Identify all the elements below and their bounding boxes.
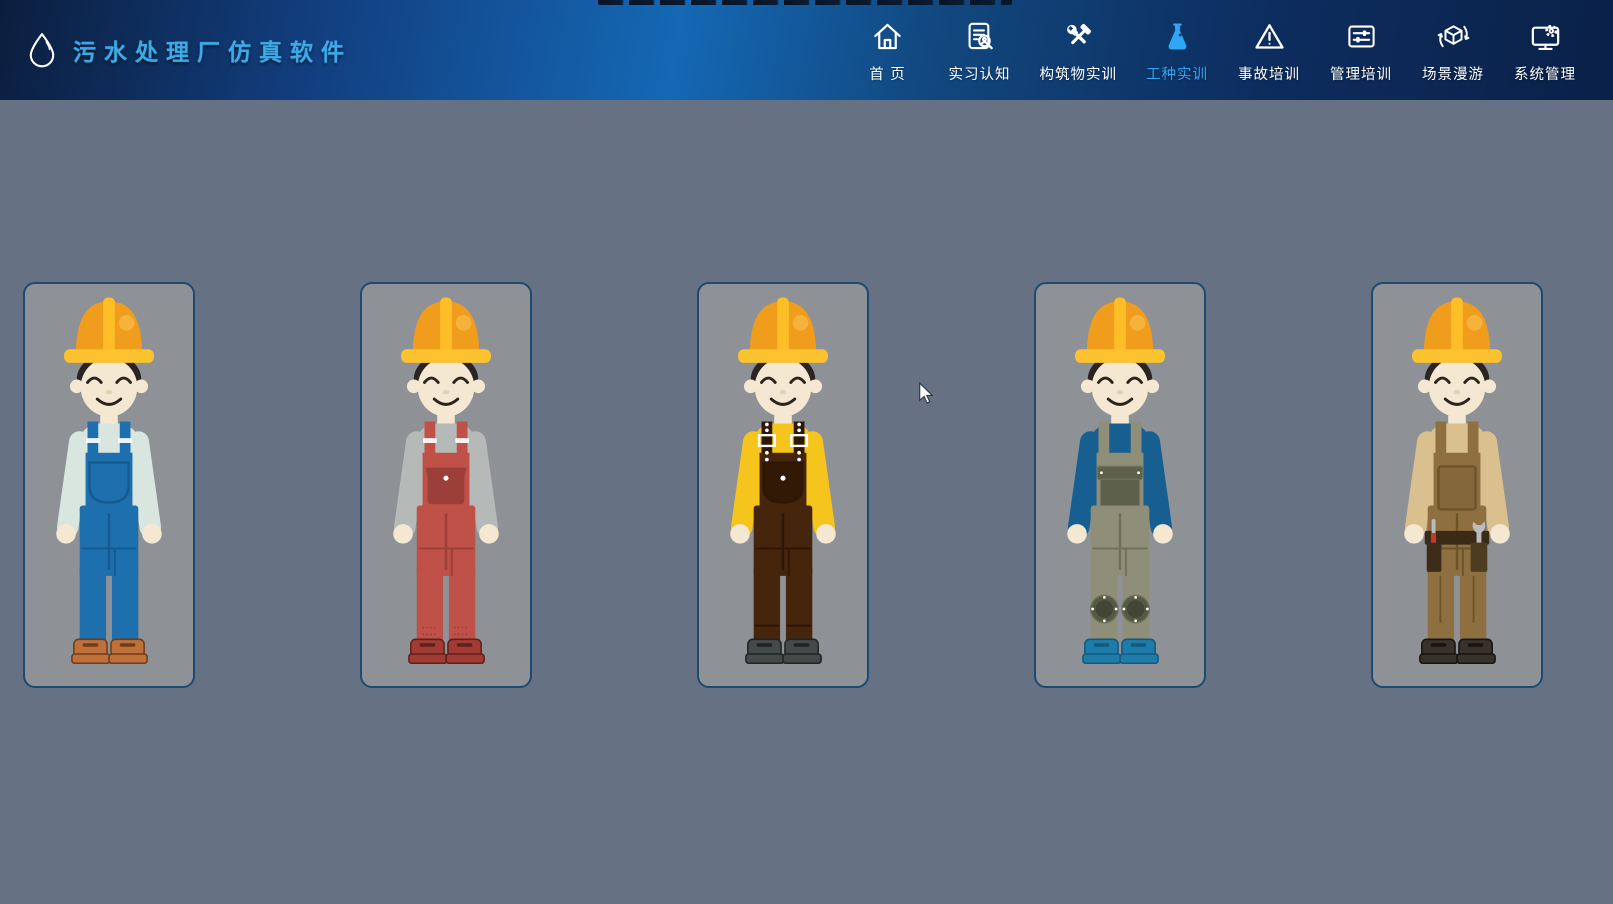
nav-item-label: 首 页 (869, 63, 906, 84)
worker-card-brown-overalls-yellow-shirt-worker[interactable] (697, 282, 869, 688)
main-nav: 首 页 实习认知 构筑物实训 工种实训 事故培训 管理培训 场景漫游 系统管理 (856, 0, 1578, 100)
brown-overalls-yellow-shirt-worker-figure (699, 284, 867, 686)
nav-item-label: 系统管理 (1514, 63, 1576, 84)
brand: 污水处理厂仿真软件 (28, 31, 352, 68)
nav-item-5[interactable]: 事故培训 (1237, 16, 1301, 84)
nav-item-6[interactable]: 管理培训 (1329, 16, 1393, 84)
nav-item-8[interactable]: 系统管理 (1513, 16, 1577, 84)
khaki-toolbelt-worker-figure (1373, 284, 1541, 686)
olive-overalls-blue-shirt-worker-figure (1036, 284, 1204, 686)
home-icon (871, 20, 904, 53)
nav-item-7[interactable]: 场景漫游 (1421, 16, 1485, 84)
nav-item-label: 工种实训 (1146, 63, 1208, 84)
nav-item-label: 场景漫游 (1422, 63, 1484, 84)
nav-item-2[interactable]: 实习认知 (948, 16, 1012, 84)
top-navigation-bar: 污水处理厂仿真软件 首 页 实习认知 构筑物实训 工种实训 事故培训 管理培训 场景漫游 系统… (0, 0, 1613, 100)
worker-card-olive-overalls-blue-shirt-worker[interactable] (1034, 282, 1206, 688)
worker-card-blue-overalls-worker[interactable] (23, 282, 195, 688)
nav-item-label: 管理培训 (1330, 63, 1392, 84)
top-edge-artifact (598, 0, 1012, 5)
flask-icon (1161, 20, 1194, 53)
worker-card-khaki-toolbelt-worker[interactable] (1371, 282, 1543, 688)
red-overalls-worker-figure (362, 284, 530, 686)
worker-card-red-overalls-worker[interactable] (360, 282, 532, 688)
nav-item-3[interactable]: 构筑物实训 (1040, 16, 1118, 84)
nav-item-1[interactable]: 首 页 (856, 16, 920, 84)
warning-triangle-icon (1253, 20, 1286, 53)
nav-item-4[interactable]: 工种实训 (1145, 16, 1209, 84)
blue-overalls-worker-figure (25, 284, 193, 686)
nav-item-label: 构筑物实训 (1040, 63, 1118, 84)
water-drop-icon (28, 31, 56, 68)
sliders-icon (1345, 20, 1378, 53)
nav-item-label: 事故培训 (1238, 63, 1300, 84)
monitor-gear-icon (1529, 20, 1562, 53)
worker-selection-area (0, 100, 1613, 904)
app-title: 污水处理厂仿真软件 (73, 33, 352, 67)
nav-item-label: 实习认知 (949, 63, 1011, 84)
cube-roam-icon (1437, 20, 1470, 53)
crossed-tools-icon (1062, 20, 1095, 53)
document-search-icon (963, 20, 996, 53)
